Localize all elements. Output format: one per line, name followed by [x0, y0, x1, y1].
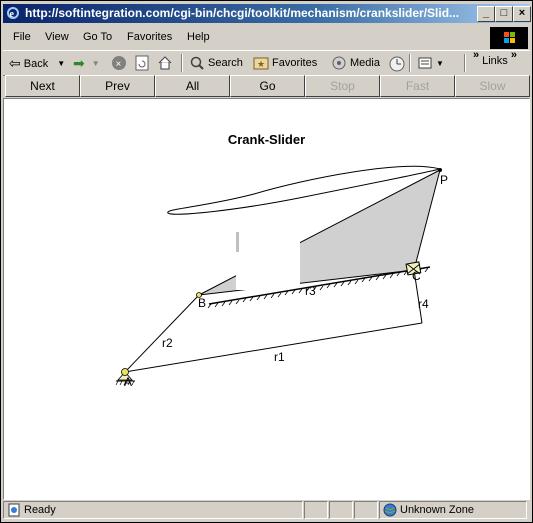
fast-button[interactable]: Fast	[380, 75, 455, 97]
label-c: C	[412, 269, 421, 283]
media-label: Media	[350, 57, 380, 69]
link-r2	[124, 294, 200, 373]
stop-anim-button[interactable]: Stop	[305, 75, 380, 97]
zone-text: Unknown Zone	[400, 504, 474, 516]
menu-view[interactable]: View	[45, 31, 69, 43]
status-cell	[304, 501, 328, 519]
links-label: Links	[482, 55, 508, 67]
home-button[interactable]	[157, 55, 173, 71]
close-button[interactable]: ×	[513, 6, 531, 22]
label-a: A	[124, 375, 132, 389]
back-button[interactable]: ⇦ Back ▼	[9, 55, 65, 72]
search-icon	[190, 56, 204, 70]
media-button[interactable]: Media	[331, 55, 380, 71]
favorites-button[interactable]: ★ Favorites	[253, 55, 317, 71]
animation-nav-bar: Next Prev All Go Stop Fast Slow	[3, 75, 530, 97]
history-icon	[389, 56, 405, 72]
media-icon	[332, 56, 346, 70]
status-cell	[329, 501, 353, 519]
label-r3: r3	[305, 284, 316, 298]
menu-goto[interactable]: Go To	[83, 31, 112, 43]
label-r1: r1	[274, 350, 285, 364]
mail-button[interactable]: ▼	[417, 55, 444, 71]
slider-block-shadow	[236, 232, 300, 290]
slow-button[interactable]: Slow	[455, 75, 530, 97]
links-button[interactable]: » Links »	[473, 49, 517, 67]
go-button[interactable]: Go	[230, 75, 305, 97]
menu-help[interactable]: Help	[187, 31, 210, 43]
prev-button[interactable]: Prev	[80, 75, 155, 97]
dropdown-arrow-icon[interactable]: ▼	[436, 59, 444, 68]
stop-button[interactable]: ×	[111, 55, 127, 71]
window-title: http://softintegration.com/cgi-bin/chcgi…	[25, 6, 460, 20]
crank-slider-diagram: P B C A r1 r2 r3 r4	[115, 165, 448, 389]
back-label: Back	[23, 57, 49, 70]
stop-icon: ×	[112, 56, 126, 70]
slider-block-shadow	[236, 232, 239, 252]
zone-cell: Unknown Zone	[379, 501, 527, 519]
dropdown-arrow-icon[interactable]: ▼	[92, 59, 100, 68]
svg-text:e: e	[10, 9, 15, 20]
label-b: B	[198, 296, 206, 310]
menu-bar: File View Go To Favorites Help	[3, 26, 530, 48]
status-text-cell: Ready	[3, 501, 303, 519]
svg-text:★: ★	[257, 59, 265, 69]
label-r2: r2	[162, 336, 173, 350]
standard-toolbar: ⇦ Back ▼ ➡ ▼ × Search ★ Favorites Media	[3, 49, 530, 76]
menu-favorites[interactable]: Favorites	[127, 31, 172, 43]
chevron-right-icon: »	[473, 49, 480, 61]
search-button[interactable]: Search	[189, 55, 243, 71]
forward-arrow-icon: ➡	[73, 55, 85, 71]
search-label: Search	[208, 57, 243, 69]
refresh-button[interactable]	[134, 55, 150, 71]
status-cell	[354, 501, 378, 519]
back-arrow-icon: ⇦	[9, 55, 21, 71]
page-content: Crank-Slider P B C A r1 r2 r3 r4	[3, 98, 530, 500]
point-p	[438, 168, 442, 172]
history-button[interactable]	[388, 55, 406, 73]
favorites-label: Favorites	[272, 57, 318, 69]
status-bar: Ready Unknown Zone	[3, 500, 530, 520]
coupler-link	[198, 169, 441, 296]
maximize-button[interactable]: □	[495, 6, 513, 22]
mail-icon	[418, 57, 432, 69]
windows-logo-icon	[490, 27, 528, 49]
next-button[interactable]: Next	[5, 75, 80, 97]
title-bar[interactable]: e http://softintegration.com/cgi-bin/chc…	[3, 4, 531, 23]
forward-button[interactable]: ➡ ▼	[73, 55, 100, 72]
status-text: Ready	[24, 504, 56, 516]
globe-icon	[383, 503, 397, 517]
ie-logo-icon: e	[7, 7, 19, 20]
refresh-icon	[135, 55, 149, 71]
chevron-right-icon: »	[510, 49, 517, 61]
minimize-button[interactable]: _	[477, 6, 495, 22]
page-icon	[8, 503, 20, 517]
browser-window: e http://softintegration.com/cgi-bin/chc…	[0, 0, 533, 523]
all-button[interactable]: All	[155, 75, 230, 97]
favorites-icon: ★	[253, 57, 269, 70]
menu-file[interactable]: File	[13, 31, 31, 43]
svg-text:×: ×	[116, 59, 122, 70]
label-p: P	[440, 173, 448, 187]
dropdown-arrow-icon[interactable]: ▼	[57, 59, 65, 68]
home-icon	[158, 56, 172, 70]
label-r4: r4	[418, 297, 429, 311]
